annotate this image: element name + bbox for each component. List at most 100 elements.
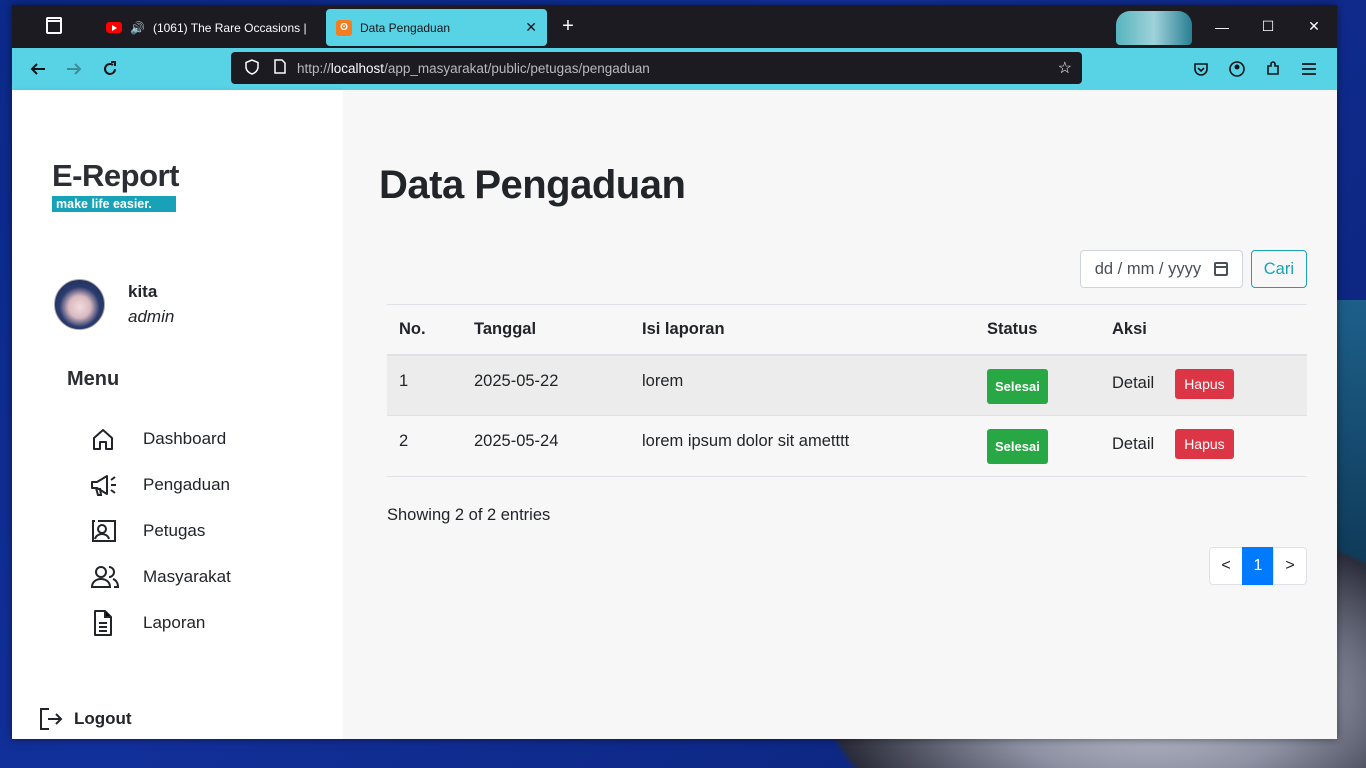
bookmark-star-icon[interactable]: ☆ [1058, 58, 1072, 78]
date-placeholder: dd / mm / yyyy [1094, 259, 1202, 278]
toolbar-right [1183, 53, 1327, 85]
cell-isi: lorem [630, 354, 975, 416]
page-1-button[interactable]: 1 [1242, 547, 1274, 585]
new-tab-button[interactable]: + [547, 15, 589, 38]
tab-data-pengaduan[interactable]: ʘ Data Pengaduan ✕ [326, 9, 547, 46]
menu-icon[interactable] [1291, 53, 1327, 85]
sidebar-item-petugas[interactable]: Petugas [90, 508, 231, 554]
status-badge: Selesai [987, 368, 1048, 404]
sidebar-item-label: Laporan [143, 613, 206, 632]
complaints-table: No. Tanggal Isi laporan Status Aksi 1 20… [387, 304, 1307, 477]
column-header: Tanggal [462, 304, 630, 356]
home-icon [90, 424, 143, 454]
cell-no: 2 [387, 415, 462, 477]
user-profile: kita admin [54, 279, 174, 330]
column-header: No. [387, 304, 462, 356]
address-bar[interactable]: http://localhost/app_masyarakat/public/p… [231, 52, 1082, 84]
close-tab-icon[interactable]: ✕ [525, 19, 537, 36]
sidebar-menu: Dashboard Pengaduan Petugas Masyarakat L… [90, 416, 231, 646]
page-icon[interactable] [269, 59, 291, 77]
column-header: Status [975, 304, 1100, 356]
url-text[interactable]: http://localhost/app_masyarakat/public/p… [297, 61, 1058, 76]
sidebar-item-pengaduan[interactable]: Pengaduan [90, 462, 231, 508]
cell-aksi: Detail Hapus [1100, 354, 1307, 416]
table-row: 1 2025-05-22 lorem Selesai Detail Hapus [387, 354, 1307, 416]
forward-button[interactable] [56, 53, 92, 85]
sidebar-item-label: Dashboard [143, 429, 227, 448]
logout-label: Logout [74, 709, 132, 728]
table-header-row: No. Tanggal Isi laporan Status Aksi [387, 304, 1307, 356]
brand[interactable]: E-Report make life easier. [52, 158, 179, 213]
document-icon [90, 608, 143, 638]
sidebar-item-laporan[interactable]: Laporan [90, 600, 231, 646]
pagination: < 1 > [1209, 547, 1307, 585]
reload-icon [104, 61, 116, 75]
date-filter: dd / mm / yyyy Cari [1079, 250, 1307, 288]
detail-link[interactable]: Detail [1112, 374, 1154, 393]
cell-isi: lorem ipsum dolor sit ametttt [630, 415, 975, 477]
minimize-button[interactable]: — [1199, 5, 1245, 48]
main-content: Data Pengaduan dd / mm / yyyy Cari No. T… [343, 90, 1337, 739]
url-path: /app_masyarakat/public/petugas/pengaduan [384, 60, 650, 76]
column-header: Isi laporan [630, 304, 975, 356]
close-button[interactable]: ✕ [1291, 5, 1337, 48]
delete-button[interactable]: Hapus [1175, 429, 1234, 459]
archive-icon [46, 16, 62, 34]
user-role: admin [128, 307, 175, 326]
browser-window: 🔊 (1061) The Rare Occasions | ʘ Data Pen… [12, 5, 1337, 739]
shield-icon[interactable] [241, 58, 263, 78]
tab-manager-button[interactable] [12, 5, 96, 48]
nav-toolbar: http://localhost/app_masyarakat/public/p… [12, 48, 1337, 90]
account-icon[interactable] [1219, 53, 1255, 85]
brand-tagline: make life easier. [52, 196, 176, 212]
sidebar: E-Report make life easier. kita admin Me… [12, 90, 343, 739]
cell-tanggal: 2025-05-24 [462, 415, 630, 477]
sidebar-item-label: Masyarakat [143, 567, 231, 586]
page-title: Data Pengaduan [379, 163, 686, 207]
arrow-left-icon [30, 63, 45, 75]
users-icon [90, 562, 143, 592]
sidebar-item-dashboard[interactable]: Dashboard [90, 416, 231, 462]
window-controls: — ☐ ✕ [1199, 5, 1337, 48]
speaker-icon[interactable]: 🔊 [130, 21, 145, 35]
date-input[interactable]: dd / mm / yyyy [1079, 250, 1243, 288]
pocket-icon[interactable] [1183, 53, 1219, 85]
extensions-icon[interactable] [1255, 53, 1291, 85]
calendar-icon[interactable] [1213, 262, 1228, 276]
avatar [54, 279, 105, 330]
detail-link[interactable]: Detail [1112, 435, 1154, 454]
maximize-button[interactable]: ☐ [1245, 5, 1291, 48]
logout-icon [38, 704, 74, 734]
xampp-icon: ʘ [336, 19, 352, 36]
cell-no: 1 [387, 354, 462, 416]
status-badge: Selesai [987, 429, 1048, 464]
sidebar-item-label: Petugas [143, 521, 206, 540]
tab-title: (1061) The Rare Occasions | [152, 20, 307, 35]
cell-status: Selesai [975, 415, 1100, 477]
url-prefix: http:// [297, 60, 331, 76]
url-host: localhost [330, 60, 385, 76]
cell-aksi: Detail Hapus [1100, 415, 1307, 477]
youtube-icon [106, 22, 122, 33]
sidebar-item-label: Pengaduan [143, 475, 230, 494]
column-header: Aksi [1100, 304, 1307, 356]
sidebar-item-masyarakat[interactable]: Masyarakat [90, 554, 231, 600]
reload-button[interactable] [92, 53, 128, 85]
entries-info: Showing 2 of 2 entries [387, 506, 551, 524]
megaphone-icon [90, 470, 143, 500]
id-card-icon [90, 516, 143, 546]
next-page-button[interactable]: > [1273, 547, 1307, 585]
delete-button[interactable]: Hapus [1175, 368, 1234, 399]
theme-artwork [1116, 11, 1192, 45]
back-button[interactable] [20, 53, 56, 85]
search-button[interactable]: Cari [1250, 250, 1307, 288]
arrow-right-icon [67, 63, 82, 75]
prev-page-button[interactable]: < [1209, 547, 1243, 585]
logout-button[interactable]: Logout [38, 704, 132, 734]
cell-tanggal: 2025-05-22 [462, 354, 630, 416]
web-page: E-Report make life easier. kita admin Me… [12, 90, 1337, 739]
user-name: kita [128, 282, 158, 301]
cell-status: Selesai [975, 354, 1100, 416]
tab-youtube[interactable]: 🔊 (1061) The Rare Occasions | [96, 9, 324, 46]
table-row: 2 2025-05-24 lorem ipsum dolor sit amett… [387, 415, 1307, 477]
